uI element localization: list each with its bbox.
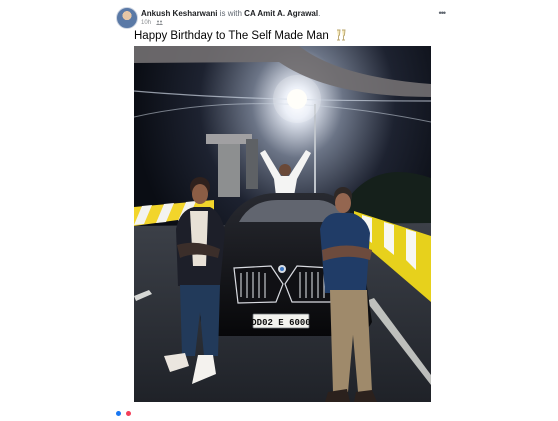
post-caption: Happy Birthday to The Self Made Man: [134, 29, 347, 42]
author-name[interactable]: Ankush Kesharwani: [141, 9, 217, 18]
more-options-icon[interactable]: •••: [439, 8, 447, 18]
love-icon: [126, 411, 132, 416]
post-header: Ankush Kesharwani is with CA Amit A. Agr…: [116, 7, 451, 29]
like-icon: [116, 411, 121, 416]
tagged-person-name[interactable]: CA Amit A. Agrawal: [244, 9, 318, 18]
friends-icon: [155, 20, 163, 25]
with-suffix: .: [318, 9, 321, 18]
clinking-glasses-icon: [336, 29, 346, 41]
with-text: is with: [219, 9, 242, 18]
caption-text: Happy Birthday to The Self Made Man: [134, 30, 329, 42]
license-plate: DD02 E 6000: [251, 318, 310, 328]
facebook-post: Ankush Kesharwani is with CA Amit A. Agr…: [107, 0, 451, 416]
post-photo[interactable]: DD02 E 6000: [134, 46, 431, 402]
post-time[interactable]: 10h: [141, 20, 151, 26]
post-meta: 10h: [141, 20, 163, 26]
post-author-line: Ankush Kesharwani is with CA Amit A. Agr…: [141, 9, 320, 18]
author-avatar[interactable]: [116, 7, 138, 29]
reaction-bar[interactable]: [116, 403, 451, 416]
birthday-night-scene: DD02 E 6000: [134, 46, 431, 402]
